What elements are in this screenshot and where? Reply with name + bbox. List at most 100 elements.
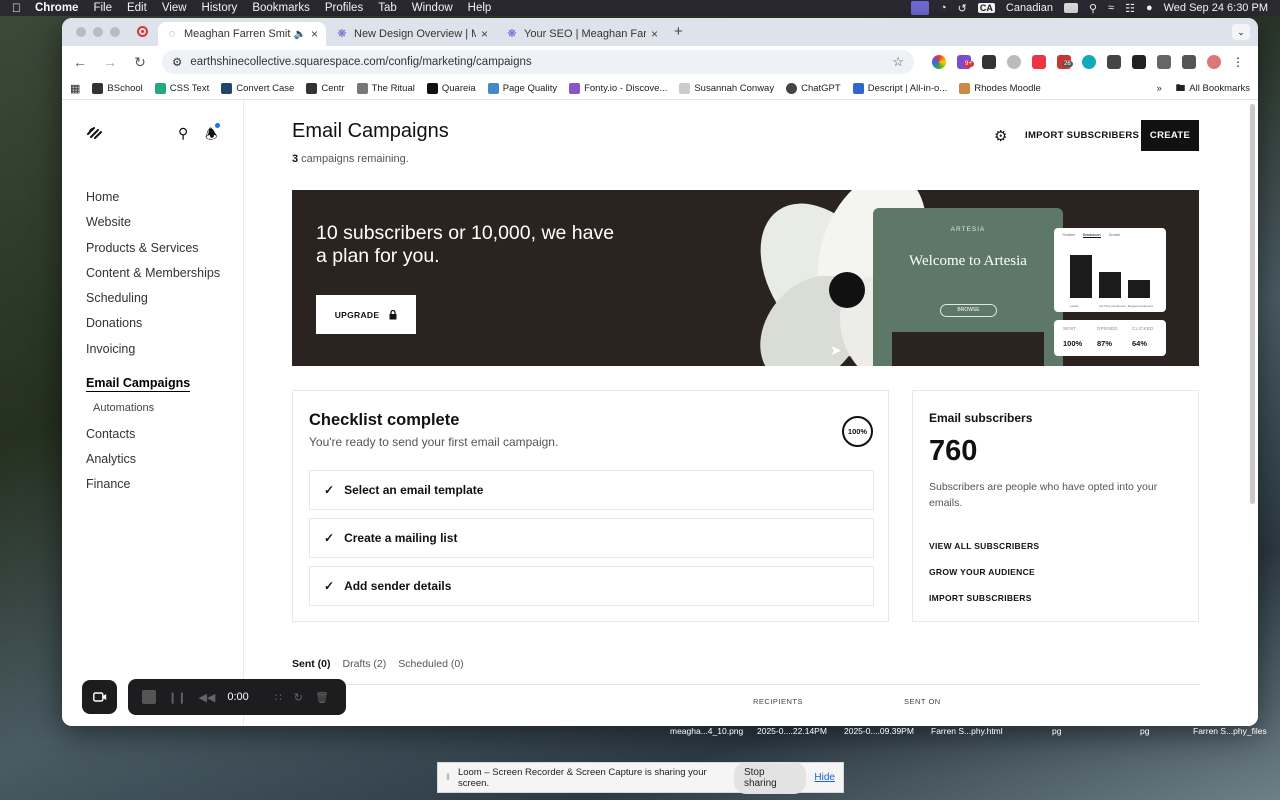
sidebar-item-analytics[interactable]: Analytics bbox=[86, 447, 220, 472]
sidebar-item-contacts[interactable]: Contacts bbox=[86, 422, 220, 447]
create-button[interactable]: CREATE bbox=[1141, 120, 1199, 151]
calendar-extension-icon[interactable]: 26 bbox=[1057, 55, 1073, 69]
loom-camera-button[interactable] bbox=[82, 680, 117, 714]
rewind-icon[interactable]: ◀◀ bbox=[198, 691, 215, 704]
input-flag-icon[interactable]: CA bbox=[977, 3, 995, 13]
zoom-window-button[interactable] bbox=[110, 27, 120, 37]
camera-extension-icon[interactable] bbox=[1007, 55, 1021, 69]
grid-extension-icon[interactable] bbox=[982, 55, 996, 69]
menu-history[interactable]: History bbox=[202, 2, 238, 14]
menu-bookmarks[interactable]: Bookmarks bbox=[252, 2, 310, 14]
tab-drafts[interactable]: Drafts (2) bbox=[343, 658, 387, 670]
sidebar-item-home[interactable]: Home bbox=[86, 185, 220, 210]
url-text[interactable]: earthshinecollective.squarespace.com/con… bbox=[190, 56, 531, 68]
all-bookmarks-folder[interactable]: 🖿 All Bookmarks bbox=[1176, 81, 1250, 97]
puzzle-extensions-icon[interactable] bbox=[1157, 55, 1171, 69]
forward-button[interactable]: → bbox=[102, 54, 118, 70]
more-bookmarks-chevron-icon[interactable]: » bbox=[1156, 83, 1161, 94]
restart-icon[interactable]: ↻ bbox=[294, 691, 303, 704]
bookmark-rhodes-moodle[interactable]: Rhodes Moodle bbox=[959, 83, 1041, 94]
bookmark-quareia[interactable]: Quareia bbox=[426, 83, 476, 94]
trash-icon[interactable]: 🗑 bbox=[315, 691, 329, 704]
reload-button[interactable]: ↻ bbox=[132, 54, 148, 71]
teal-extension-icon[interactable] bbox=[1082, 55, 1096, 69]
stop-recording-button[interactable] bbox=[142, 690, 156, 704]
bookmark-convert-case[interactable]: Convert Case bbox=[221, 83, 294, 94]
screen-share-icon[interactable] bbox=[911, 1, 930, 15]
close-tab-icon[interactable]: × bbox=[651, 27, 658, 41]
site-settings-icon[interactable]: ⚙ bbox=[172, 55, 182, 69]
desktop-file-label[interactable]: 2025-0....09.39PM bbox=[844, 726, 914, 736]
import-subscribers-link[interactable]: IMPORT SUBSCRIBERS bbox=[929, 593, 1032, 603]
tab-scheduled[interactable]: Scheduled (0) bbox=[398, 658, 463, 670]
sidebar-item-email-campaigns[interactable]: Email Campaigns bbox=[86, 371, 220, 396]
color-picker-extension-icon[interactable] bbox=[932, 55, 946, 69]
squarespace-logo-icon[interactable] bbox=[86, 126, 104, 140]
tab-sent[interactable]: Sent (0) bbox=[292, 658, 331, 670]
menu-edit[interactable]: Edit bbox=[127, 2, 147, 14]
sidebar-item-content-memberships[interactable]: Content & Memberships bbox=[86, 261, 220, 286]
menubar-clock[interactable]: Wed Sep 24 6:30 PM bbox=[1164, 2, 1268, 14]
menu-profiles[interactable]: Profiles bbox=[325, 2, 363, 14]
menu-app-chrome[interactable]: Chrome bbox=[35, 2, 78, 14]
apps-grid-icon[interactable]: ▦ bbox=[70, 82, 80, 95]
tab-new-design-overview[interactable]: ❋ New Design Overview | Meag × bbox=[328, 22, 496, 46]
desktop-file-label[interactable]: pg bbox=[1140, 726, 1149, 736]
close-window-button[interactable] bbox=[76, 27, 86, 37]
bookmark-chatgpt[interactable]: ChatGPT bbox=[786, 83, 841, 94]
browser-menu-icon[interactable]: ⋮ bbox=[1232, 55, 1244, 69]
checklist-item-sender-details[interactable]: ✓ Add sender details bbox=[309, 566, 874, 606]
desktop-file-label[interactable]: Farren S...phy.html bbox=[931, 726, 1003, 736]
settings-gear-icon[interactable]: ⚙ bbox=[994, 127, 1007, 145]
dark-extension-icon[interactable] bbox=[1132, 55, 1146, 69]
menu-tab[interactable]: Tab bbox=[378, 2, 397, 14]
tab-search-chevron-icon[interactable]: ⌄ bbox=[1232, 24, 1250, 40]
bookmark-centr[interactable]: Centr bbox=[306, 83, 345, 94]
bookmark-fonty[interactable]: Fonty.io - Discove... bbox=[569, 83, 667, 94]
bookmark-susannah-conway[interactable]: Susannah Conway bbox=[679, 83, 774, 94]
menu-window[interactable]: Window bbox=[412, 2, 453, 14]
desktop-file-label[interactable]: Farren S...phy_files bbox=[1193, 726, 1267, 736]
new-tab-button[interactable]: + bbox=[674, 23, 683, 40]
control-center-icon[interactable]: ☷ bbox=[1125, 2, 1135, 15]
sidebar-item-donations[interactable]: Donations bbox=[86, 311, 220, 336]
menu-help[interactable]: Help bbox=[468, 2, 492, 14]
sidebar-item-website[interactable]: Website bbox=[86, 210, 220, 235]
pen-extension-icon[interactable] bbox=[1107, 55, 1121, 69]
bookmark-page-quality[interactable]: Page Quality bbox=[487, 83, 557, 94]
back-button[interactable]: ← bbox=[72, 54, 88, 70]
minimize-window-button[interactable] bbox=[93, 27, 103, 37]
bookmark-descript[interactable]: Descript | All-in-o... bbox=[852, 83, 947, 94]
drag-handle-icon[interactable]: ‖ bbox=[446, 772, 450, 783]
stop-sharing-button[interactable]: Stop sharing bbox=[733, 761, 807, 794]
sidebar-item-products-services[interactable]: Products & Services bbox=[86, 236, 220, 261]
desktop-file-label[interactable]: 2025-0....22.14PM bbox=[757, 726, 827, 736]
siri-icon[interactable]: ● bbox=[1146, 2, 1153, 14]
time-machine-icon[interactable]: ↺ bbox=[958, 2, 967, 15]
pocket-extension-icon[interactable] bbox=[1032, 55, 1046, 69]
spotlight-icon[interactable]: ⚲ bbox=[1089, 2, 1097, 15]
extension-badge-icon[interactable]: 9+ bbox=[957, 55, 974, 69]
download-icon[interactable] bbox=[1182, 55, 1196, 69]
close-tab-icon[interactable]: × bbox=[311, 27, 318, 41]
bookmark-star-icon[interactable]: ☆ bbox=[892, 54, 904, 70]
bookmark-bschool[interactable]: BSchool bbox=[92, 83, 143, 94]
close-tab-icon[interactable]: × bbox=[481, 27, 488, 41]
drawing-tools-icon[interactable]: ∷ bbox=[275, 691, 282, 704]
sidebar-item-automations[interactable]: Automations bbox=[86, 396, 220, 421]
column-header-sent-on[interactable]: SENT ON bbox=[904, 697, 941, 706]
sidebar-item-invoicing[interactable]: Invoicing bbox=[86, 337, 220, 362]
upgrade-button[interactable]: UPGRADE bbox=[316, 295, 416, 334]
checklist-item-template[interactable]: ✓ Select an email template bbox=[309, 470, 874, 510]
pause-icon[interactable]: ❙❙ bbox=[168, 691, 186, 704]
view-all-subscribers-link[interactable]: VIEW ALL SUBSCRIBERS bbox=[929, 541, 1039, 551]
desktop-file-label[interactable]: meagha...4_10.png bbox=[670, 726, 743, 736]
hide-sharing-link[interactable]: Hide bbox=[814, 772, 835, 783]
tab-your-seo[interactable]: ❋ Your SEO | Meaghan Farren S × bbox=[498, 22, 666, 46]
grow-audience-link[interactable]: GROW YOUR AUDIENCE bbox=[929, 567, 1035, 577]
checklist-item-mailing-list[interactable]: ✓ Create a mailing list bbox=[309, 518, 874, 558]
menu-file[interactable]: File bbox=[93, 2, 112, 14]
profile-avatar[interactable] bbox=[1207, 55, 1221, 69]
focus-icon[interactable]: ◔ bbox=[940, 2, 947, 14]
apple-icon[interactable]:  bbox=[12, 1, 21, 15]
